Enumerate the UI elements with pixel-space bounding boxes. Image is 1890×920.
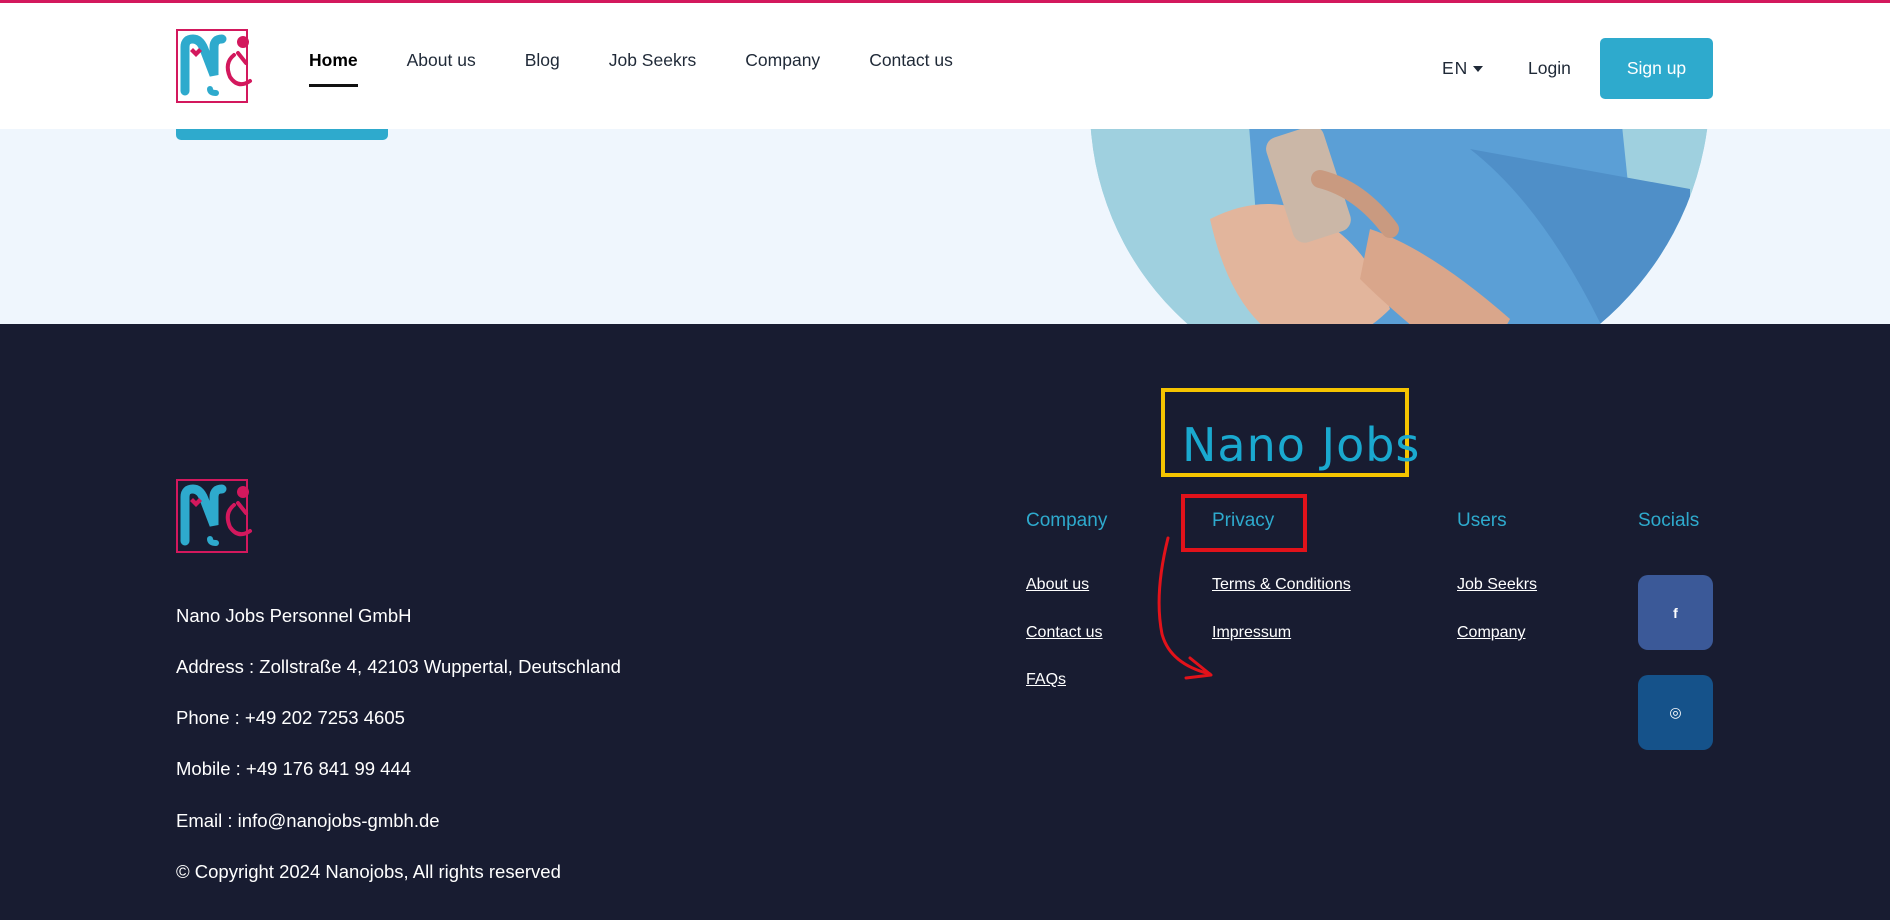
footer-link-company[interactable]: Company [1457, 624, 1525, 642]
annotation-handwritten-label: Nano Jobs [1182, 418, 1421, 472]
footer-heading-company: Company [1026, 510, 1108, 531]
language-selector[interactable]: EN [1442, 58, 1484, 79]
mobile-text: Mobile : +49 176 841 99 444 [176, 758, 412, 779]
footer-link-about-us[interactable]: About us [1026, 576, 1089, 594]
footer-heading-users: Users [1457, 510, 1507, 531]
facebook-button[interactable]: f [1638, 575, 1713, 650]
instagram-button[interactable]: ◎ [1638, 675, 1713, 750]
language-label: EN [1442, 58, 1469, 78]
footer-link-contact-us[interactable]: Contact us [1026, 624, 1102, 642]
footer-link-faqs[interactable]: FAQs [1026, 671, 1066, 689]
nav-company[interactable]: Company [745, 50, 820, 87]
annotation-arrow-icon [1157, 536, 1213, 680]
nav-contact-us[interactable]: Contact us [869, 50, 953, 87]
hero-section [0, 129, 1890, 324]
login-link[interactable]: Login [1528, 58, 1571, 79]
site-header: Home About us Blog Job Seekrs Company Co… [0, 3, 1890, 129]
nanojobs-logo-icon[interactable] [176, 29, 258, 103]
nav-about-us[interactable]: About us [407, 50, 476, 87]
facebook-icon: f [1673, 604, 1678, 621]
main-nav: Home About us Blog Job Seekrs Company Co… [309, 50, 1002, 87]
footer-link-terms[interactable]: Terms & Conditions [1212, 576, 1351, 594]
nav-job-seekrs[interactable]: Job Seekrs [609, 50, 697, 87]
instagram-icon: ◎ [1669, 704, 1682, 720]
signup-button[interactable]: Sign up [1600, 38, 1713, 99]
email-text: Email : info@nanojobs-gmbh.de [176, 810, 440, 831]
copyright-text: © Copyright 2024 Nanojobs, All rights re… [176, 861, 561, 882]
hero-nurse-image [1090, 129, 1710, 324]
address-text: Address : Zollstraße 4, 42103 Wuppertal,… [176, 656, 621, 677]
company-name: Nano Jobs Personnel GmbH [176, 605, 412, 626]
footer-logo-icon[interactable] [176, 479, 258, 553]
footer-link-job-seekrs[interactable]: Job Seekrs [1457, 576, 1537, 594]
phone-text: Phone : +49 202 7253 4605 [176, 707, 405, 728]
nav-home[interactable]: Home [309, 50, 358, 87]
nav-blog[interactable]: Blog [525, 50, 560, 87]
caret-down-icon [1473, 66, 1484, 73]
site-footer: Nano Jobs Personnel GmbH Address : Zolls… [0, 324, 1890, 920]
footer-heading-socials: Socials [1638, 510, 1700, 531]
footer-link-impressum[interactable]: Impressum [1212, 624, 1291, 642]
hero-cta-button[interactable] [176, 129, 388, 140]
